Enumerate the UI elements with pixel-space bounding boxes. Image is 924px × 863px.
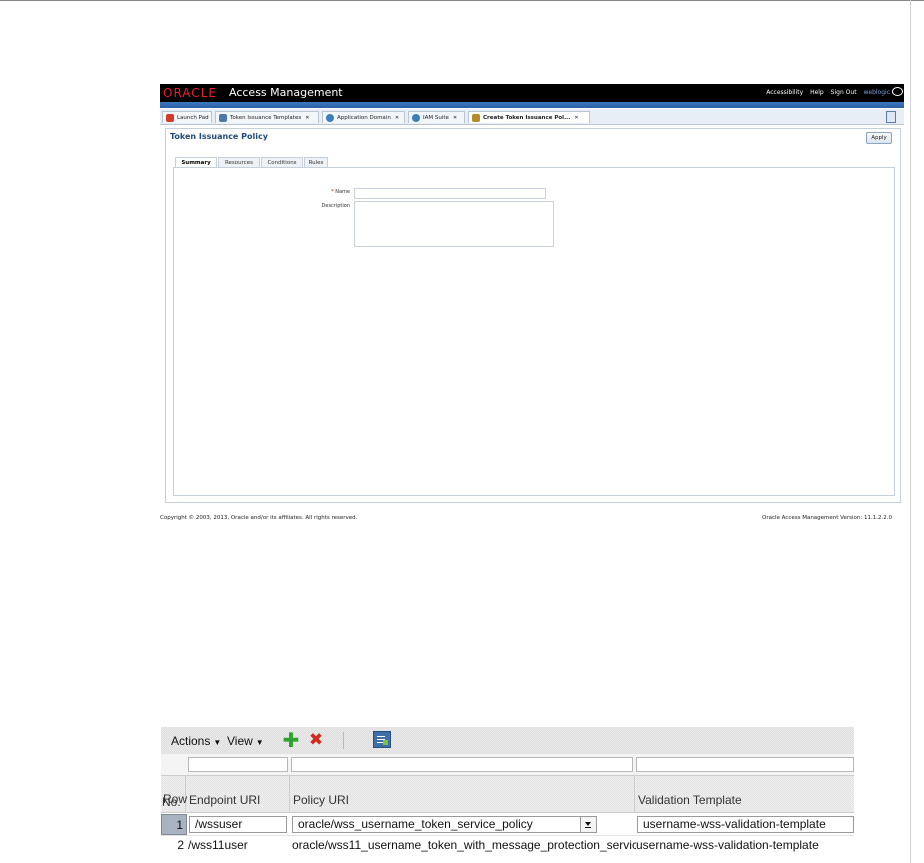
toolbar-separator [343,732,344,749]
name-input[interactable] [354,188,546,199]
close-icon[interactable]: ✕ [574,115,578,121]
actions-menu[interactable]: Actions ▼ [171,734,221,748]
column-header-validation-template[interactable]: Validation Template [635,776,854,812]
tab-menu-icon[interactable] [886,111,896,123]
tab-launch-pad[interactable]: Launch Pad [162,111,212,123]
user-name[interactable]: weblogic [863,89,890,96]
header-links: Accessibility Help Sign Out weblogic [761,88,890,98]
policy-uri-cell: oracle/wss11_username_token_with_message… [292,838,636,852]
top-border [0,0,924,1]
table-row[interactable]: 2 /wss11user oracle/wss11_username_token… [161,835,854,856]
tab-label: Launch Pad [177,115,209,121]
help-link[interactable]: Help [810,89,824,96]
table-header: Row No. Endpoint URI Policy URI Validatio… [161,775,854,813]
globe-icon [326,114,334,122]
tab-create-token-issuance-policy[interactable]: Create Token Issuance Pol... ✕ [468,111,590,123]
product-title: Access Management [229,86,343,99]
endpoint-uri-input[interactable]: /wssuser [189,816,287,833]
subtab-conditions[interactable]: Conditions [261,157,303,167]
add-icon[interactable]: ✚ [281,730,301,750]
table-toolbar: Actions ▼ View ▼ ✚ ✖ [161,727,854,754]
tab-token-issuance-templates[interactable]: Token Issuance Templates ✕ [215,111,319,123]
template-filter-input[interactable] [636,757,854,772]
dropdown-arrow-icon[interactable] [580,817,596,832]
policy-uri-select[interactable]: oracle/wss_username_token_service_policy [292,816,597,833]
oam-console-screenshot: ORACLE Access Management Accessibility H… [160,84,904,521]
endpoint-uri-cell: /wss11user [188,838,248,852]
view-menu[interactable]: View ▼ [227,734,264,748]
description-textarea[interactable] [354,201,554,247]
sign-out-link[interactable]: Sign Out [831,89,857,96]
tab-label: Application Domain [337,115,391,121]
endpoint-filter-input[interactable] [188,757,288,772]
subtab-rules[interactable]: Rules [304,157,328,167]
page-title: Token Issuance Policy [170,132,268,141]
close-icon[interactable]: ✕ [395,115,399,121]
policy-filter-input[interactable] [291,757,633,772]
query-by-example-icon[interactable] [373,731,391,748]
validation-template-cell: username-wss-validation-template [636,838,819,852]
delete-icon[interactable]: ✖ [307,731,325,749]
column-header-row-no: Row No. [161,776,187,812]
apply-button[interactable]: Apply [866,132,892,144]
description-label: Description [321,203,350,209]
subtab-resources[interactable]: Resources [218,157,260,167]
tab-iam-suite[interactable]: IAM Suite ✕ [408,111,465,123]
row-number: 1 [161,814,187,835]
page-tabs: Launch Pad Token Issuance Templates ✕ App… [160,109,904,125]
right-border [910,0,911,863]
endpoint-table: Actions ▼ View ▼ ✚ ✖ Row No. Endpoint URI P… [161,727,854,854]
tab-label: Create Token Issuance Pol... [483,115,571,121]
tab-label: IAM Suite [423,115,449,121]
accessibility-link[interactable]: Accessibility [766,89,803,96]
policy-panel: Token Issuance Policy Apply Summary Reso… [165,128,901,503]
copyright-text: Copyright © 2003, 2013, Oracle and/or it… [160,515,358,521]
cloud-icon [892,87,903,96]
header-band [160,102,904,108]
policy-icon [472,114,480,122]
caret-down-icon: ▼ [213,738,222,747]
column-header-endpoint-uri[interactable]: Endpoint URI [186,776,290,812]
filter-row [161,754,854,775]
column-header-policy-uri[interactable]: Policy URI [290,776,635,812]
launch-pad-icon [166,114,174,122]
oracle-logo: ORACLE [163,86,217,100]
caret-down-icon: ▼ [255,738,264,747]
required-marker: * [331,189,334,195]
tab-application-domain[interactable]: Application Domain ✕ [322,111,405,123]
oam-header: ORACLE Access Management Accessibility H… [160,84,904,102]
table-row[interactable]: 1 /wssuser oracle/wss_username_token_ser… [161,814,854,835]
summary-panel: * Name Description [173,167,895,496]
close-icon[interactable]: ✕ [453,115,457,121]
close-icon[interactable]: ✕ [305,115,309,121]
name-label: * Name [331,189,350,195]
template-icon [219,114,227,122]
globe-icon [412,114,420,122]
subtab-summary[interactable]: Summary [175,157,217,167]
row-number: 2 [177,838,184,852]
version-text: Oracle Access Management Version: 11.1.2… [761,515,892,521]
validation-template-input[interactable]: username-wss-validation-template [637,816,854,833]
tab-label: Token Issuance Templates [230,115,302,121]
